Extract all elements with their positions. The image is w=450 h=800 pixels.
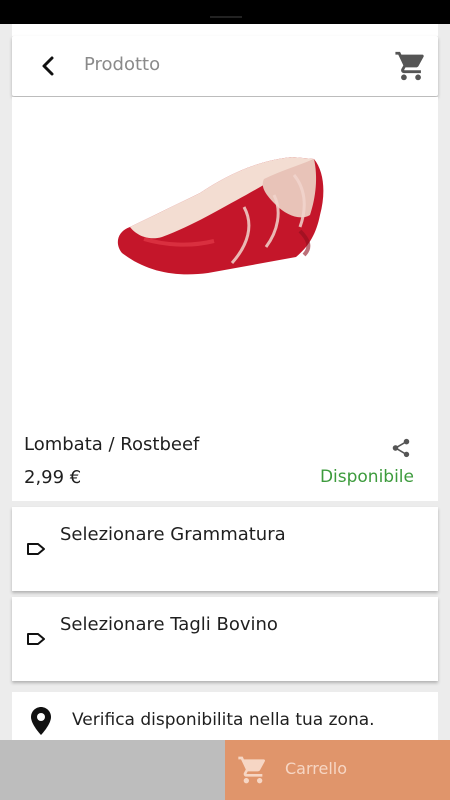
check-availability-label: Verifica disponibilita nella tua zona. xyxy=(72,710,375,730)
app-bar: Prodotto xyxy=(12,36,438,96)
tag-icon xyxy=(27,543,45,555)
top-strip xyxy=(12,24,438,36)
status-bar xyxy=(0,0,450,24)
location-pin-icon xyxy=(31,707,51,735)
product-card: Lombata / Rostbeef 2,99 € Disponibile xyxy=(12,97,438,501)
cart-button-label: Carrello xyxy=(285,759,348,778)
tag-icon xyxy=(27,633,45,645)
product-name: Lombata / Rostbeef xyxy=(24,434,200,455)
status-indicator xyxy=(210,16,242,18)
back-button[interactable] xyxy=(34,52,62,80)
chevron-left-icon xyxy=(42,56,54,76)
cart-button[interactable] xyxy=(394,49,428,83)
beef-cut-selector[interactable]: Selezionare Tagli Bovino xyxy=(12,597,438,681)
product-price: 2,99 € xyxy=(24,467,82,488)
bottom-left-area xyxy=(0,740,225,800)
bottom-bar: Carrello xyxy=(0,740,450,800)
page-title: Prodotto xyxy=(84,54,161,75)
share-button[interactable] xyxy=(390,437,412,459)
weight-selector-label: Selezionare Grammatura xyxy=(60,524,286,545)
add-to-cart-button[interactable]: Carrello xyxy=(225,740,450,800)
meat-cut-image xyxy=(117,157,324,275)
availability-status: Disponibile xyxy=(319,467,414,487)
share-icon xyxy=(392,438,410,458)
weight-selector[interactable]: Selezionare Grammatura xyxy=(12,507,438,591)
beef-cut-selector-label: Selezionare Tagli Bovino xyxy=(60,614,278,635)
shopping-cart-icon xyxy=(238,756,266,784)
shopping-cart-icon xyxy=(395,51,424,81)
